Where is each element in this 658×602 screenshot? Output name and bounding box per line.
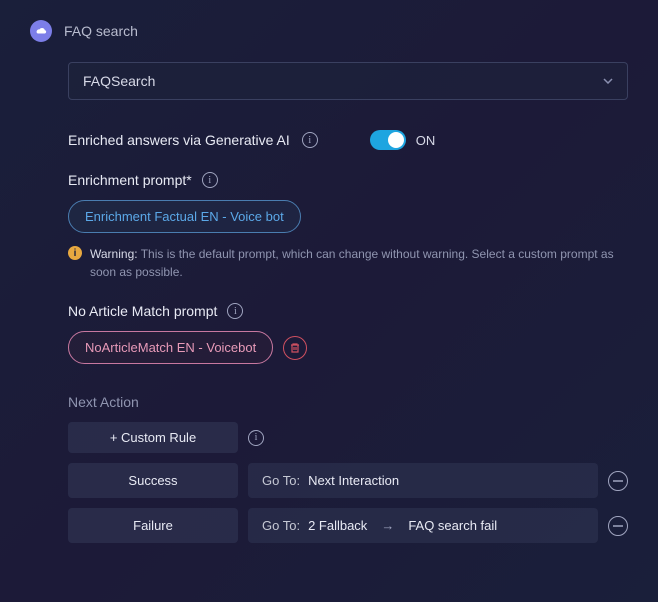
remove-button[interactable] [608,516,628,536]
goto-value-2: FAQ search fail [408,518,497,533]
goto-label: Go To: [262,518,300,533]
select-value: FAQSearch [83,73,155,89]
enrichment-prompt-label: Enrichment prompt* [68,172,192,188]
failure-goto-select[interactable]: Go To: 2 Fallback → FAQ search fail [248,508,598,543]
goto-label: Go To: [262,473,300,488]
no-article-match-chip[interactable]: NoArticleMatch EN - Voicebot [68,331,273,364]
goto-value: Next Interaction [308,473,399,488]
remove-button[interactable] [608,471,628,491]
page-title: FAQ search [64,23,138,39]
warning-icon: i [68,246,82,260]
info-icon[interactable]: i [302,132,318,148]
next-action-label: Next Action [68,394,628,410]
panel-header: FAQ search [30,20,628,42]
faq-search-select[interactable]: FAQSearch [68,62,628,100]
success-goto-select[interactable]: Go To: Next Interaction [248,463,598,498]
goto-value-1: 2 Fallback [308,518,367,533]
warning-text: This is the default prompt, which can ch… [90,247,614,279]
warning-box: i Warning: This is the default prompt, w… [68,245,628,281]
no-article-match-label: No Article Match prompt [68,303,217,319]
enriched-answers-label: Enriched answers via Generative AI [68,132,290,148]
chevron-down-icon [603,76,613,87]
success-button[interactable]: Success [68,463,238,498]
toggle-state-label: ON [416,133,436,148]
info-icon[interactable]: i [248,430,264,446]
failure-button[interactable]: Failure [68,508,238,543]
info-icon[interactable]: i [202,172,218,188]
arrow-right-icon: → [381,518,394,533]
delete-button[interactable] [283,336,307,360]
warning-label: Warning: [90,247,138,261]
cloud-icon [30,20,52,42]
custom-rule-button[interactable]: + Custom Rule [68,422,238,453]
enrichment-prompt-chip[interactable]: Enrichment Factual EN - Voice bot [68,200,301,233]
enriched-toggle[interactable] [370,130,406,150]
info-icon[interactable]: i [227,303,243,319]
